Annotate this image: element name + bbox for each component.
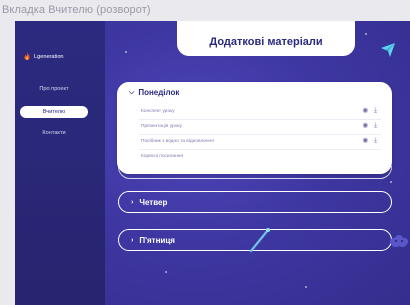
material-name: Конспект уроку [141, 109, 175, 114]
material-name: Посібник з водно та відновлення [141, 139, 214, 144]
accordion-monday: ⌵ Понеділок Конспект уроку ◉ ⤓ Презентац… [117, 82, 392, 174]
accordion-title: П'ятниця [139, 235, 175, 245]
divider [139, 149, 381, 150]
list-item: Презентація уроку ◉ ⤓ [141, 121, 381, 133]
material-name: Презентація уроку [141, 124, 182, 129]
list-item[interactable]: Корисні посилання [141, 151, 381, 163]
flame-icon [24, 52, 30, 60]
sidebar-item-label: Контакти [42, 130, 66, 136]
sparkle-decoration [305, 286, 307, 288]
accordion-title: Понеділок [138, 88, 180, 97]
download-icon[interactable]: ⤓ [374, 137, 377, 145]
brand-name: Lgeneration [34, 53, 64, 60]
list-item: Конспект уроку ◉ ⤓ [141, 106, 381, 118]
stick-decoration-icon [249, 228, 270, 253]
sparkle-decoration [165, 271, 167, 273]
sidebar [15, 21, 105, 305]
chevron-right-icon: › [131, 198, 134, 206]
sparkle-decoration [125, 51, 127, 53]
sidebar-item-label: Про проект [39, 86, 69, 92]
sparkle-decoration [365, 33, 367, 35]
chevron-right-icon: › [131, 236, 134, 244]
frame-title: Вкладка Вчителю (розворот) [2, 4, 151, 16]
chevron-down-icon: ⌵ [129, 88, 135, 96]
eye-icon[interactable]: ◉ [362, 122, 368, 130]
download-icon[interactable]: ⤓ [374, 122, 377, 130]
sidebar-item-contacts[interactable]: Контакти [20, 127, 88, 139]
cloud-decoration-icon [389, 235, 409, 248]
brand-logo[interactable]: Lgeneration [23, 52, 64, 61]
page-title: Додаткові матеріали [177, 21, 355, 56]
page-title-text: Додаткові матеріали [209, 36, 323, 48]
material-name: Корисні посилання [141, 154, 183, 159]
divider [139, 134, 381, 135]
sparkle-decoration [390, 181, 392, 183]
accordion-header[interactable]: ⌵ Понеділок [129, 88, 179, 97]
sidebar-item-teacher[interactable]: Вчителю [20, 106, 88, 118]
download-icon[interactable]: ⤓ [374, 107, 377, 115]
eye-icon[interactable]: ◉ [362, 137, 368, 145]
eye-icon[interactable]: ◉ [362, 107, 368, 115]
sidebar-item-about[interactable]: Про проект [20, 83, 88, 95]
divider [139, 119, 381, 120]
sidebar-item-label: Вчителю [42, 109, 66, 115]
accordion-title: Четвер [139, 197, 168, 207]
list-item: Посібник з водно та відновлення ◉ ⤓ [141, 136, 381, 148]
paper-plane-icon [381, 43, 395, 57]
accordion-thursday[interactable]: › Четвер [118, 191, 392, 213]
